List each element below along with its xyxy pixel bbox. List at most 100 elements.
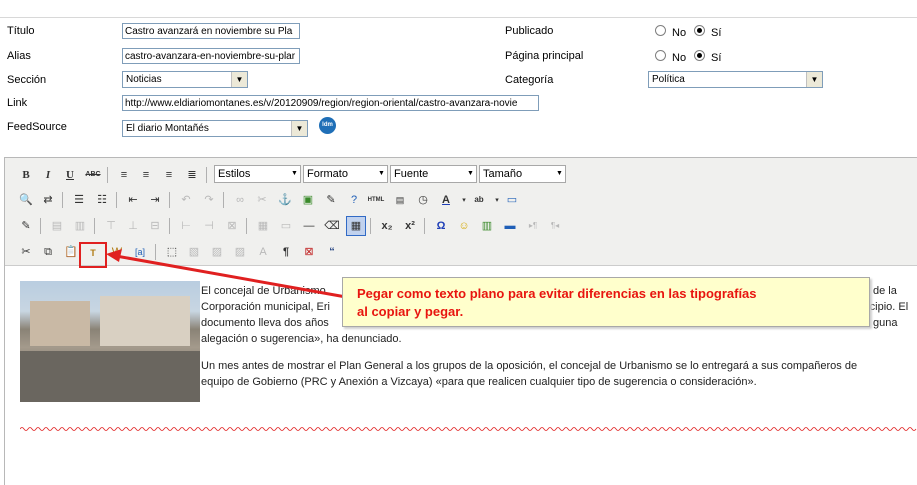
chevron-down-icon: ▼	[376, 166, 387, 182]
table-icon[interactable]: ▦	[346, 216, 366, 236]
content-p1-line3: documento lleva dos años	[201, 317, 329, 329]
align-left-icon[interactable]: ≡	[115, 166, 133, 184]
callout-arrow	[106, 249, 347, 299]
paste-icon[interactable]: 📋	[62, 243, 80, 261]
numbered-list-icon[interactable]: ☷	[93, 191, 111, 209]
feedsource-value: El diario Montañés	[126, 123, 209, 134]
replace-icon[interactable]: ⇄	[39, 191, 57, 209]
publicado-no-radio[interactable]	[655, 25, 666, 36]
toolbar-separator	[169, 192, 170, 208]
emoticon-icon[interactable]: ☺	[455, 217, 473, 235]
undo-icon[interactable]: ↶	[177, 191, 195, 209]
callout-line1: Pegar como texto plano para evitar difer…	[357, 286, 757, 301]
remove-format-icon[interactable]: ⌫	[323, 217, 341, 235]
toolbar-separator	[206, 167, 207, 183]
pagina-no-radio[interactable]	[655, 50, 666, 61]
text-color-icon[interactable]: A	[437, 191, 455, 209]
split-cells-icon[interactable]: ▦	[254, 217, 272, 235]
pagina-principal-label: Página principal	[505, 50, 584, 62]
chevron-down-icon: ▼	[231, 72, 247, 87]
edit-css-icon[interactable]: ✎	[17, 217, 35, 235]
highlight-color-icon[interactable]: ab	[470, 191, 488, 209]
table-cell-props-icon[interactable]: ▥	[71, 217, 89, 235]
align-center-icon[interactable]: ≡	[137, 166, 155, 184]
toolbar-separator	[62, 192, 63, 208]
insert-time-icon[interactable]: ◷	[414, 191, 432, 209]
indent-icon[interactable]: ⇥	[146, 191, 164, 209]
bullet-list-icon[interactable]: ☰	[70, 191, 88, 209]
align-justify-icon[interactable]: ≣	[183, 166, 201, 184]
categoria-label: Categoría	[505, 74, 554, 86]
alias-label: Alias	[7, 50, 31, 62]
italic-icon[interactable]: I	[39, 166, 57, 184]
size-dropdown[interactable]: Tamaño ▼	[479, 165, 566, 183]
toolbar-separator	[424, 218, 425, 234]
toolbar-separator	[169, 218, 170, 234]
seccion-select[interactable]: Noticias ▼	[122, 71, 248, 88]
feedsource-select[interactable]: El diario Montañés ▼	[122, 120, 308, 137]
chevron-down-icon: ▼	[806, 72, 822, 87]
feedsource-label: FeedSource	[7, 121, 67, 133]
styles-label: Estilos	[218, 168, 251, 180]
unlink-icon[interactable]: ✂	[253, 191, 271, 209]
superscript-icon[interactable]: x²	[401, 217, 419, 235]
redo-icon[interactable]: ↷	[200, 191, 218, 209]
toolbar-separator	[40, 218, 41, 234]
photo-building-shape	[30, 301, 90, 346]
strikethrough-icon[interactable]: ABC	[84, 166, 102, 184]
html-icon[interactable]: HTML	[367, 191, 385, 209]
insert-row-before-icon[interactable]: ⊤	[102, 217, 120, 235]
seccion-label: Sección	[7, 74, 47, 86]
font-dropdown[interactable]: Fuente ▼	[390, 165, 477, 183]
align-right-icon[interactable]: ≡	[160, 166, 178, 184]
alias-input[interactable]: castro-avanzara-en-noviembre-su-plar	[122, 48, 300, 64]
image-icon[interactable]: ▣	[299, 191, 317, 209]
insert-row-after-icon[interactable]: ⊥	[124, 217, 142, 235]
fullscreen-icon[interactable]: ▭	[503, 191, 521, 209]
copy-icon[interactable]: ⧉	[39, 243, 57, 261]
seccion-value: Noticias	[126, 74, 162, 85]
special-char-icon[interactable]: Ω	[432, 217, 450, 235]
find-icon[interactable]: 🔍	[17, 191, 35, 209]
advanced-hr-icon[interactable]: ▬	[501, 217, 519, 235]
insert-date-icon[interactable]: ▤	[391, 191, 409, 209]
merge-cells-icon[interactable]: ▭	[277, 217, 295, 235]
toolbar-separator	[370, 218, 371, 234]
ltr-icon[interactable]: ▸¶	[524, 217, 542, 235]
link-label: Link	[7, 97, 28, 109]
styles-dropdown[interactable]: Estilos ▼	[214, 165, 301, 183]
publicado-si-label: Sí	[711, 27, 722, 39]
anchor-icon[interactable]: ⚓	[276, 191, 294, 209]
link-input[interactable]: http://www.eldiariomontanes.es/v/2012090…	[122, 95, 539, 111]
categoria-select[interactable]: Política ▼	[648, 71, 823, 88]
delete-col-icon[interactable]: ⊠	[223, 217, 241, 235]
publicado-si-radio[interactable]	[694, 25, 705, 36]
feedsource-logo-icon[interactable]: ldm	[319, 117, 336, 134]
pagina-si-radio[interactable]	[694, 50, 705, 61]
top-divider	[0, 17, 917, 18]
insert-col-after-icon[interactable]: ⊣	[200, 217, 218, 235]
categoria-value: Política	[652, 74, 685, 85]
cleanup-icon[interactable]: ✎	[322, 191, 340, 209]
table-row-props-icon[interactable]: ▤	[48, 217, 66, 235]
format-dropdown[interactable]: Formato ▼	[303, 165, 388, 183]
horizontal-rule-icon[interactable]: —	[300, 217, 318, 235]
help-icon[interactable]: ?	[345, 191, 363, 209]
rtl-icon[interactable]: ¶◂	[546, 217, 564, 235]
titulo-input[interactable]: Castro avanzará en noviembre su Pla	[122, 23, 300, 39]
bold-icon[interactable]: B	[17, 166, 35, 184]
delete-row-icon[interactable]: ⊟	[146, 217, 164, 235]
media-icon[interactable]: ▥	[478, 217, 496, 235]
toolbar-separator	[107, 167, 108, 183]
subscript-icon[interactable]: x₂	[378, 217, 396, 235]
size-label: Tamaño	[483, 168, 523, 180]
underline-icon[interactable]: U	[61, 166, 79, 184]
cut-icon[interactable]: ✂	[17, 243, 35, 261]
insert-col-before-icon[interactable]: ⊢	[177, 217, 195, 235]
outdent-icon[interactable]: ⇤	[124, 191, 142, 209]
chevron-down-icon: ▼	[289, 166, 300, 182]
content-p1-line4: alegación o sugerencia», ha denunciado.	[201, 333, 402, 345]
link-icon[interactable]: ∞	[231, 191, 249, 209]
publicado-label: Publicado	[505, 25, 554, 37]
chevron-down-icon: ▼	[465, 166, 476, 182]
